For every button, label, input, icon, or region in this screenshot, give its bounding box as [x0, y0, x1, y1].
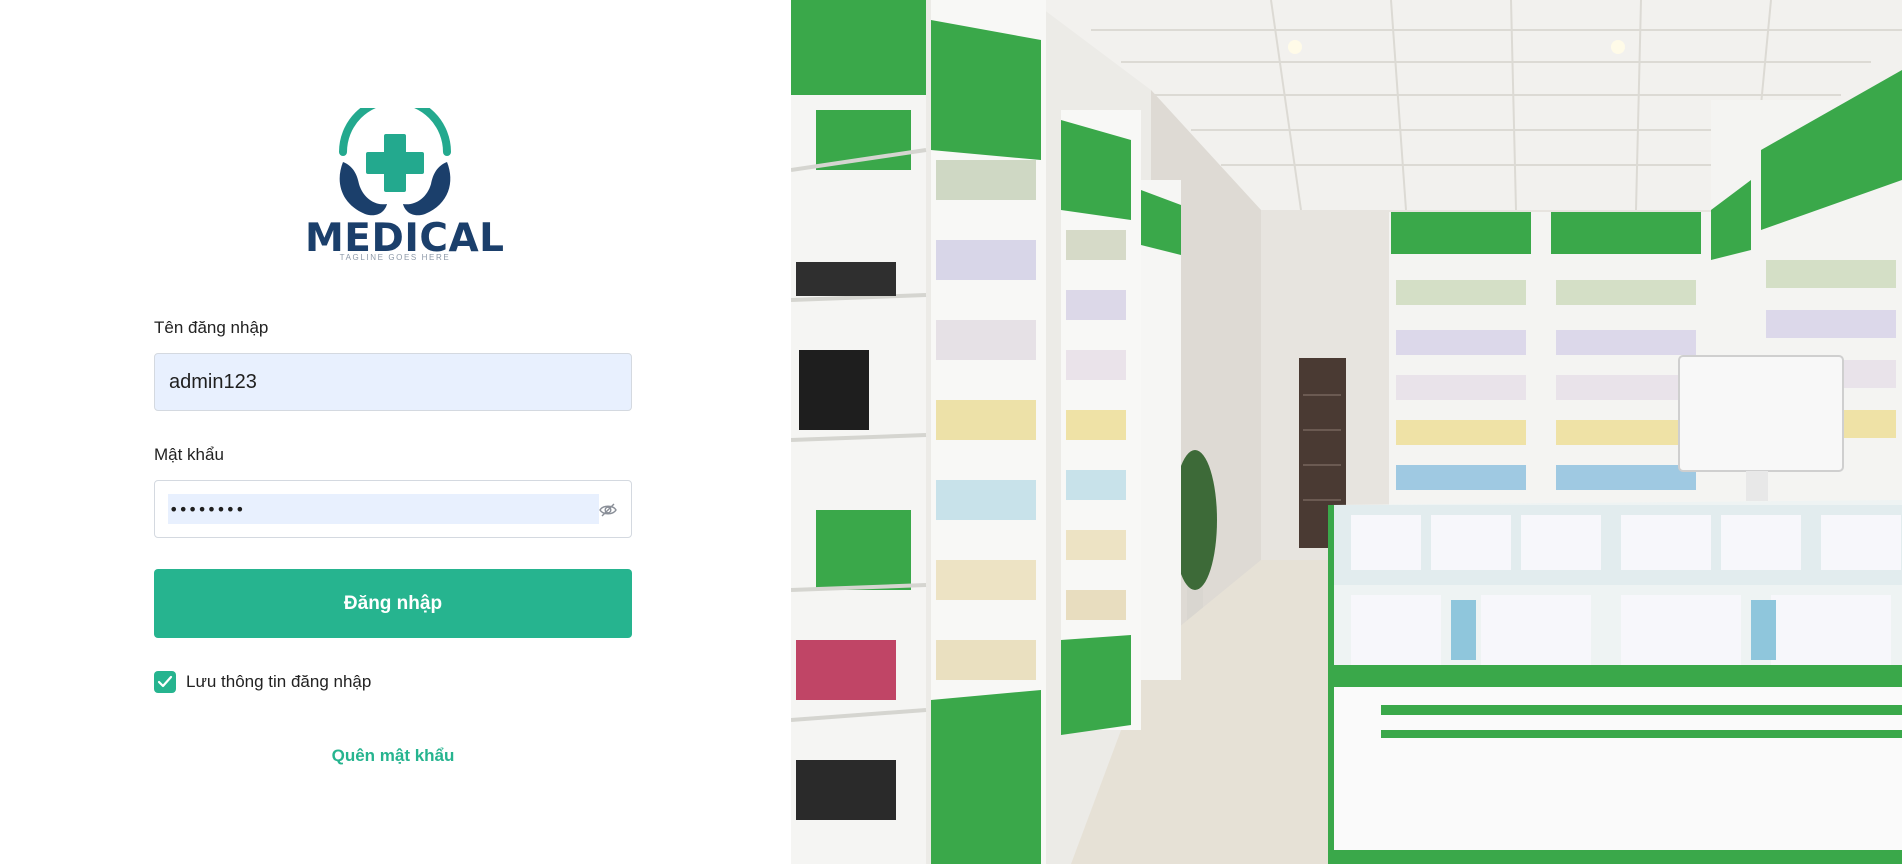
- eye-slash-icon[interactable]: [598, 500, 618, 520]
- login-panel: MEDICAL TAGLINE GOES HERE Tên đăng nhập …: [0, 0, 791, 864]
- password-label: Mật khẩu: [154, 445, 224, 464]
- password-field[interactable]: ••••••••: [154, 480, 632, 538]
- hero-image: [791, 0, 1902, 864]
- logo-tagline: TAGLINE GOES HERE: [339, 253, 451, 262]
- pharmacy-interior-illustration: [791, 0, 1902, 864]
- username-field[interactable]: admin123: [154, 353, 632, 411]
- login-page: MEDICAL TAGLINE GOES HERE Tên đăng nhập …: [0, 0, 1902, 864]
- forgot-password-link[interactable]: Quên mật khẩu: [154, 746, 632, 766]
- brand-logo: MEDICAL TAGLINE GOES HERE: [305, 108, 504, 268]
- remember-checkbox[interactable]: [154, 671, 176, 693]
- remember-me[interactable]: Lưu thông tin đăng nhập: [154, 671, 371, 693]
- remember-label: Lưu thông tin đăng nhập: [186, 672, 372, 691]
- username-label: Tên đăng nhập: [154, 318, 269, 337]
- hands-cross-logo-icon: [339, 108, 451, 216]
- password-value: ••••••••: [169, 500, 245, 519]
- checkmark-icon: [157, 675, 173, 688]
- username-value: admin123: [169, 371, 257, 393]
- login-button[interactable]: Đăng nhập: [154, 569, 632, 638]
